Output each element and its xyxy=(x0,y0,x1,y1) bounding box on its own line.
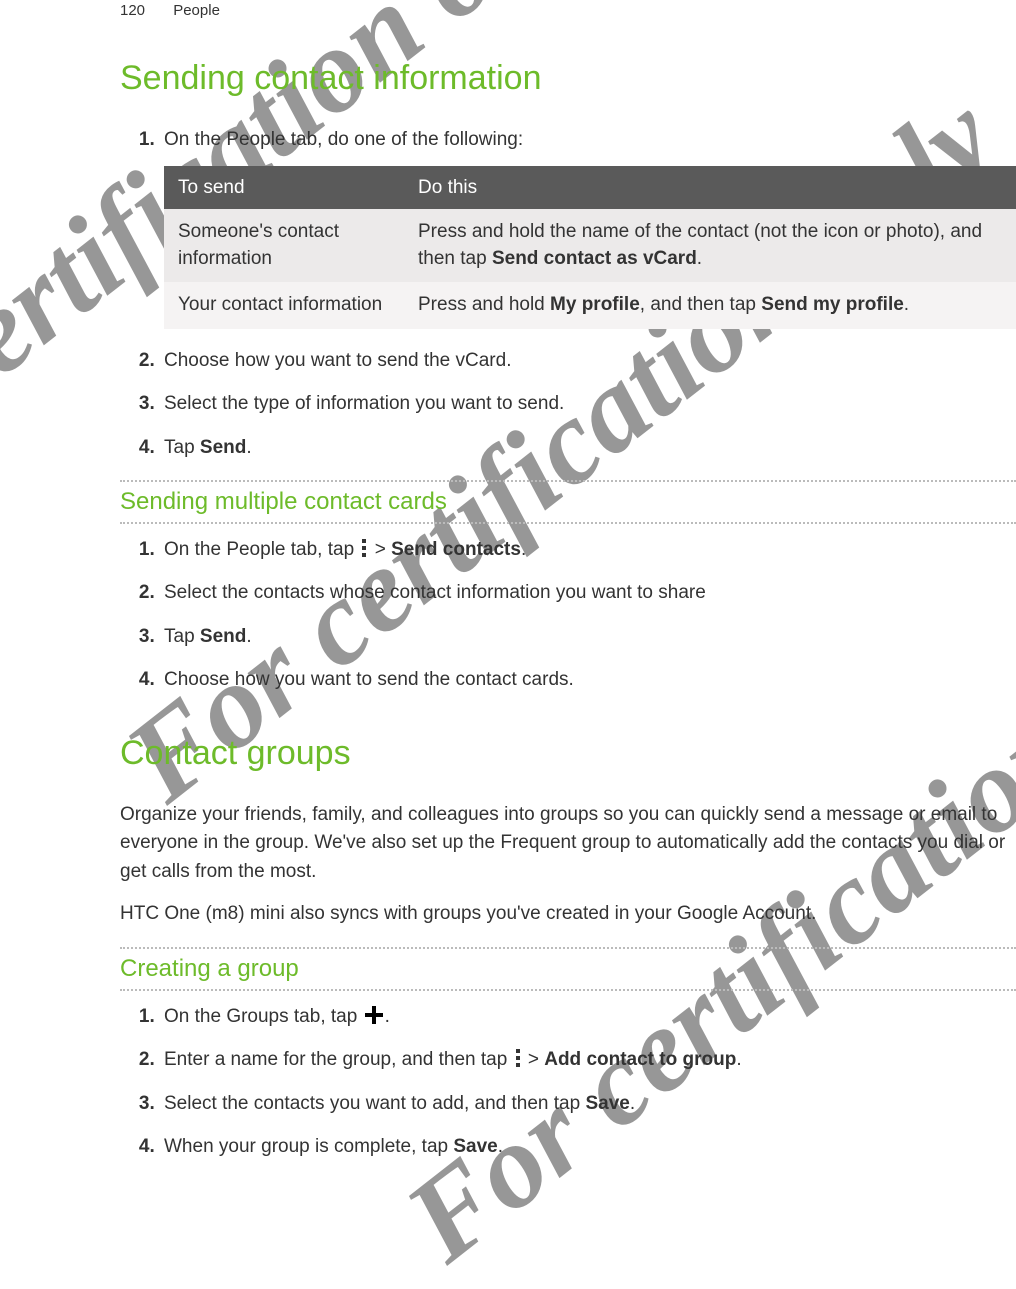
cell-to-send: Someone's contact information xyxy=(164,209,404,282)
ui-label: Send contacts xyxy=(391,539,521,560)
table-row: Your contact information Press and hold … xyxy=(164,282,1016,329)
heading-sending-contact-info: Sending contact information xyxy=(120,59,1016,98)
list-item: Select the type of information you want … xyxy=(160,390,1016,418)
subheading-wrap: Sending multiple contact cards xyxy=(120,480,1016,524)
list-item: On the People tab, tap > Send contacts. xyxy=(160,536,1016,564)
list-item: On the People tab, do one of the followi… xyxy=(160,126,1016,329)
cell-to-send: Your contact information xyxy=(164,282,404,329)
cell-do-this: Press and hold the name of the contact (… xyxy=(404,209,1016,282)
list-item: Choose how you want to send the contact … xyxy=(160,666,1016,694)
overflow-menu-icon xyxy=(361,539,367,557)
text: When your group is complete, tap xyxy=(164,1136,453,1157)
list-item: Tap Send. xyxy=(160,623,1016,651)
page-number: 120 xyxy=(120,2,145,19)
ui-label: Send xyxy=(200,437,246,458)
paragraph: Organize your friends, family, and colle… xyxy=(120,801,1016,887)
col-do-this: Do this xyxy=(404,166,1016,210)
text: . xyxy=(521,539,526,560)
text: . xyxy=(904,294,909,315)
ui-label: My profile xyxy=(550,294,640,315)
col-to-send: To send xyxy=(164,166,404,210)
ui-label: Save xyxy=(585,1093,629,1114)
steps-sending-contact-info: On the People tab, do one of the followi… xyxy=(120,126,1016,462)
section-name: People xyxy=(173,2,220,19)
table-header-row: To send Do this xyxy=(164,166,1016,210)
steps-sending-multiple: On the People tab, tap > Send contacts. … xyxy=(120,536,1016,694)
text: > xyxy=(523,1049,545,1070)
heading-creating-group: Creating a group xyxy=(120,949,1016,989)
page-content: 120 People Sending contact information O… xyxy=(0,0,1016,1219)
page-header: 120 People xyxy=(120,0,1016,19)
paragraph: HTC One (m8) mini also syncs with groups… xyxy=(120,900,1016,929)
text: > xyxy=(369,539,391,560)
steps-creating-group: On the Groups tab, tap . Enter a name fo… xyxy=(120,1003,1016,1161)
text: Enter a name for the group, and then tap xyxy=(164,1049,513,1070)
text: . xyxy=(246,626,251,647)
text: On the People tab, tap xyxy=(164,539,359,560)
overflow-menu-icon xyxy=(515,1049,521,1067)
list-item: Tap Send. xyxy=(160,434,1016,462)
subheading-wrap: Creating a group xyxy=(120,947,1016,991)
text: . xyxy=(630,1093,635,1114)
text: Tap xyxy=(164,626,200,647)
step-text: On the People tab, do one of the followi… xyxy=(164,129,523,150)
text: , and then tap xyxy=(640,294,762,315)
list-item: Select the contacts you want to add, and… xyxy=(160,1090,1016,1118)
ui-label: Save xyxy=(453,1136,497,1157)
text: . xyxy=(246,437,251,458)
text: . xyxy=(385,1006,390,1027)
text: Press and hold xyxy=(418,294,550,315)
text: . xyxy=(736,1049,741,1070)
cell-do-this: Press and hold My profile, and then tap … xyxy=(404,282,1016,329)
list-item: Select the contacts whose contact inform… xyxy=(160,579,1016,607)
text: . xyxy=(697,248,702,269)
send-options-table: To send Do this Someone's contact inform… xyxy=(164,166,1016,329)
text: Tap xyxy=(164,437,200,458)
ui-label: Send contact as vCard xyxy=(492,248,697,269)
text: Select the contacts you want to add, and… xyxy=(164,1093,585,1114)
text: On the Groups tab, tap xyxy=(164,1006,363,1027)
plus-icon xyxy=(365,1006,383,1024)
list-item: Choose how you want to send the vCard. xyxy=(160,347,1016,375)
ui-label: Send xyxy=(200,626,246,647)
heading-sending-multiple: Sending multiple contact cards xyxy=(120,482,1016,522)
ui-label: Send my profile xyxy=(761,294,904,315)
ui-label: Add contact to group xyxy=(544,1049,736,1070)
text: . xyxy=(498,1136,503,1157)
list-item: On the Groups tab, tap . xyxy=(160,1003,1016,1031)
list-item: Enter a name for the group, and then tap… xyxy=(160,1046,1016,1074)
heading-contact-groups: Contact groups xyxy=(120,734,1016,773)
list-item: When your group is complete, tap Save. xyxy=(160,1133,1016,1161)
table-row: Someone's contact information Press and … xyxy=(164,209,1016,282)
